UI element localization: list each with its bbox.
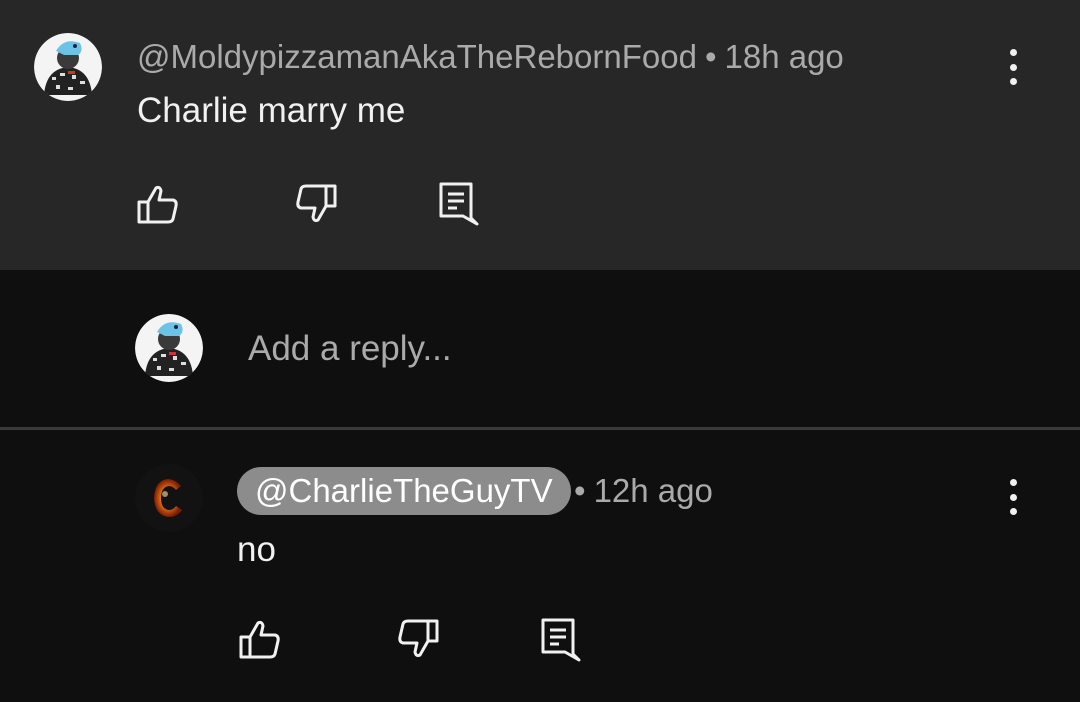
- dislike-button[interactable]: [292, 180, 340, 228]
- comment-reply-icon: [439, 182, 479, 226]
- more-options-button[interactable]: [1003, 47, 1023, 87]
- reply-dislike-button[interactable]: [394, 615, 442, 663]
- more-vertical-icon: [1009, 49, 1017, 56]
- divider: [0, 427, 1080, 430]
- reply-more-options-button[interactable]: [1003, 477, 1023, 517]
- comment-meta: @MoldypizzamanAkaTheRebornFood • 18h ago: [137, 37, 844, 77]
- avatar-image-icon: [135, 314, 203, 382]
- reply-author-badge[interactable]: @CharlieTheGuyTV: [237, 467, 571, 515]
- reply-time[interactable]: 12h ago: [594, 472, 713, 509]
- comment-reply-icon: [541, 618, 581, 662]
- reply-reply-button[interactable]: [535, 614, 583, 662]
- add-reply-input[interactable]: Add a reply...: [248, 326, 452, 372]
- more-vertical-icon: [1009, 479, 1017, 486]
- reply-like-button[interactable]: [236, 615, 284, 663]
- avatar-image-icon: [135, 464, 203, 532]
- reply-text: no: [237, 530, 276, 569]
- comment-time[interactable]: 18h ago: [725, 38, 844, 75]
- user-avatar[interactable]: [34, 33, 102, 101]
- comment-thread: @MoldypizzamanAkaTheRebornFood • 18h ago C…: [0, 0, 1080, 702]
- parent-comment: @MoldypizzamanAkaTheRebornFood • 18h ago C…: [0, 0, 1080, 270]
- thumbs-down-icon: [296, 184, 337, 223]
- comment-text: Charlie marry me: [137, 91, 406, 130]
- avatar-image-icon: [34, 33, 102, 101]
- current-user-avatar: [135, 314, 203, 382]
- reply-author-avatar[interactable]: [135, 464, 203, 532]
- thumbs-up-icon: [137, 185, 178, 224]
- thumbs-down-icon: [398, 619, 439, 658]
- reply-button[interactable]: [433, 178, 481, 226]
- like-button[interactable]: [134, 180, 182, 228]
- comment-author[interactable]: @MoldypizzamanAkaTheRebornFood: [137, 38, 697, 75]
- thumbs-up-icon: [239, 620, 280, 659]
- reply-meta: • 12h ago: [574, 471, 713, 511]
- meta-separator: •: [704, 38, 717, 75]
- meta-separator: •: [574, 472, 586, 509]
